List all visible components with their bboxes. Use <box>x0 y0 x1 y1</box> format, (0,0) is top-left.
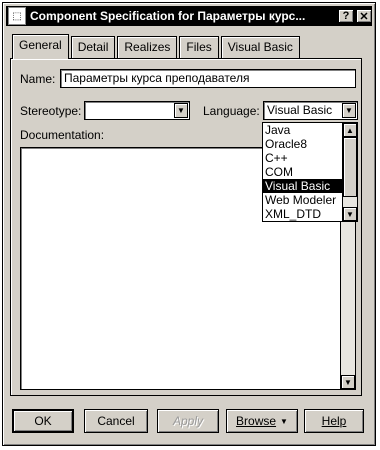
scroll-thumb[interactable] <box>343 137 357 197</box>
scroll-down-icon[interactable]: ▼ <box>341 375 355 389</box>
language-list-scrollbar[interactable]: ▲ ▼ <box>342 123 357 221</box>
language-option[interactable]: C++ <box>263 151 343 165</box>
window-title: Component Specification for Параметры ку… <box>30 9 306 23</box>
language-option-selected[interactable]: Visual Basic <box>263 179 343 193</box>
cancel-button[interactable]: Cancel <box>84 409 148 433</box>
tab-visual-basic[interactable]: Visual Basic <box>220 36 300 58</box>
stereotype-label: Stereotype: <box>20 104 82 118</box>
help-button[interactable]: Help <box>304 409 364 433</box>
documentation-label: Documentation: <box>20 128 105 142</box>
title-bar[interactable]: ⬚ Component Specification for Параметры … <box>6 6 372 26</box>
stereotype-combo[interactable]: ▼ <box>84 101 190 120</box>
browse-button[interactable]: Browse ▼ <box>226 409 298 433</box>
help-title-button[interactable]: ? <box>338 9 354 23</box>
language-option[interactable]: COM <box>263 165 343 179</box>
tab-general[interactable]: General <box>12 34 69 59</box>
component-icon: ⬚ <box>8 7 26 25</box>
language-option[interactable]: Web Modeler <box>263 193 343 207</box>
chevron-down-icon: ▼ <box>280 416 288 426</box>
help-label: Help <box>321 414 347 428</box>
language-dropdown-list[interactable]: Java Oracle8 C++ COM Visual Basic Web Mo… <box>262 122 358 222</box>
apply-button: Apply <box>157 409 219 433</box>
language-label: Language: <box>203 104 260 118</box>
language-value: Visual Basic <box>267 103 333 117</box>
tab-strip: General Detail Realizes Files Visual Bas… <box>12 34 302 59</box>
scroll-up-icon[interactable]: ▲ <box>343 123 357 137</box>
name-label: Name: <box>20 72 56 86</box>
tab-detail[interactable]: Detail <box>70 36 116 58</box>
close-button[interactable]: ✕ <box>356 9 372 23</box>
chevron-down-icon[interactable]: ▼ <box>174 103 188 118</box>
ok-button[interactable]: OK <box>12 409 74 433</box>
language-option[interactable]: Oracle8 <box>263 137 343 151</box>
language-option[interactable]: XML_DTD <box>263 207 343 221</box>
language-combo[interactable]: Visual Basic ▼ <box>263 101 358 120</box>
chevron-down-icon[interactable]: ▼ <box>342 103 356 118</box>
language-option[interactable]: Java <box>263 123 343 137</box>
tab-realizes[interactable]: Realizes <box>117 36 178 58</box>
browse-label: Browse <box>236 414 277 428</box>
scroll-down-icon[interactable]: ▼ <box>343 207 357 221</box>
tab-files[interactable]: Files <box>179 36 219 58</box>
name-field[interactable]: Параметры курса преподавателя <box>60 69 356 88</box>
language-options: Java Oracle8 C++ COM Visual Basic Web Mo… <box>263 123 343 221</box>
